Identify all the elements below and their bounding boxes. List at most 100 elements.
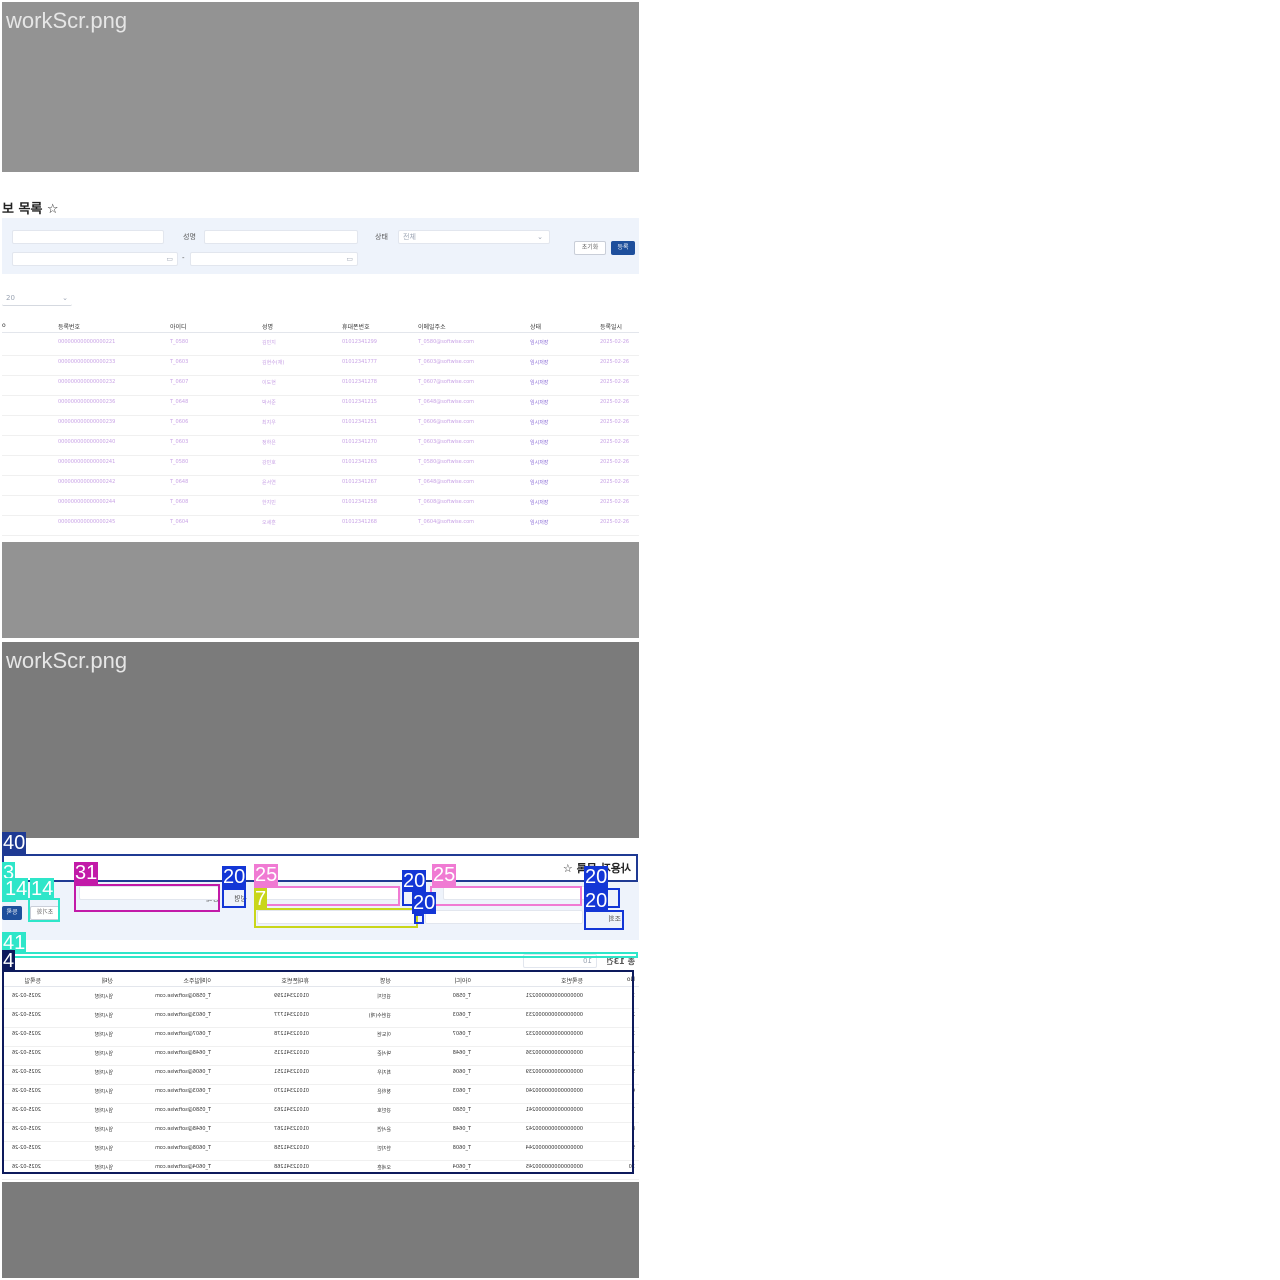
table-cell: 5 xyxy=(631,1069,635,1075)
name-input[interactable] xyxy=(204,230,358,244)
table-cell: 01012341777 xyxy=(274,1012,309,1018)
calendar-icon: ▭ xyxy=(166,255,173,263)
table-cell: 01012341278 xyxy=(342,379,377,385)
table-row[interactable]: 3 000000000000000232 T_0607 이도현 01012341278 T… xyxy=(2,1028,639,1047)
table-cell: 000000000000000221 xyxy=(525,993,583,999)
table-row[interactable]: 5 000000000000000239 T_0606 최지우 01012341251 T… xyxy=(2,1066,639,1085)
table-cell: 4 xyxy=(631,1050,635,1056)
register-button[interactable]: 등록 xyxy=(611,241,635,255)
table-cell: 2025-02-26 xyxy=(600,379,630,385)
reset-button[interactable]: 초기화 xyxy=(30,906,60,920)
table-row[interactable]: 000000000000000232 T_0607 이도현 01012341278 T_… xyxy=(2,376,639,396)
table-row[interactable]: 2 000000000000000233 T_0603 김현수(재) 010123417… xyxy=(2,1009,639,1028)
table-cell: 000000000000000232 xyxy=(58,379,116,385)
status-select[interactable]: 전체 ⌄ xyxy=(398,230,550,244)
status-select[interactable] xyxy=(79,886,219,900)
table-row[interactable]: 000000000000000233 T_0603 김현수(재) 0101234177… xyxy=(2,356,639,376)
table-cell: 01012341278 xyxy=(274,1031,309,1037)
reg-number-input[interactable] xyxy=(12,230,164,244)
table-cell: 01012341215 xyxy=(342,399,377,405)
table-cell: 임시저장 xyxy=(94,1146,113,1152)
header-divider xyxy=(2,986,639,987)
table-row[interactable]: 000000000000000239 T_0606 최지우 01012341251 T_… xyxy=(2,416,639,436)
reset-button[interactable]: 초기화 xyxy=(574,241,606,255)
page-size-select[interactable]: 10 xyxy=(523,954,597,968)
column-header[interactable]: 휴대폰번호 xyxy=(342,322,370,331)
table-cell: T_0603@softwise.com xyxy=(418,439,475,445)
table-row[interactable]: 000000000000000241 T_0580 강민호 01012341263 T_… xyxy=(2,456,639,476)
column-header[interactable]: 등록일시 xyxy=(600,322,622,331)
table-row[interactable]: 8 000000000000000242 T_0648 윤서연 01012341267 T… xyxy=(2,1123,639,1142)
table-cell: 임시저장 xyxy=(530,440,549,446)
column-header[interactable]: 이메일주소 xyxy=(183,976,211,985)
table-row[interactable]: 4 000000000000000236 T_0648 박서준 01012341215 T… xyxy=(2,1047,639,1066)
table-row[interactable]: 000000000000000221 T_0580 김민지 01012341299 T_… xyxy=(2,336,639,356)
table-row[interactable]: 000000000000000236 T_0648 박서준 01012341215 T_… xyxy=(2,396,639,416)
name-input[interactable] xyxy=(255,886,401,900)
annotation-tag: 20 xyxy=(402,870,427,892)
table-cell: T_0603 xyxy=(452,1088,471,1094)
table-cell: T_0608@softwise.com xyxy=(154,1145,211,1151)
table-cell: T_0604 xyxy=(170,519,189,525)
table-cell: 2025-02-26 xyxy=(600,359,630,365)
column-header[interactable]: 휴대폰번호 xyxy=(281,976,309,985)
column-header[interactable]: 아이디 xyxy=(170,322,187,331)
table-row[interactable]: 7 000000000000000241 T_0580 강민호 01012341263 T… xyxy=(2,1104,639,1123)
column-header[interactable]: 성명 xyxy=(262,322,273,331)
file-label: workScr.png xyxy=(6,648,128,673)
name-label: 성명 xyxy=(234,895,247,903)
table-row[interactable]: 000000000000000242 T_0648 윤서연 01012341267 T_… xyxy=(2,476,639,496)
table-cell: 000000000000000245 xyxy=(525,1164,583,1170)
table-cell: 01012341215 xyxy=(274,1050,309,1056)
column-header[interactable]: o xyxy=(2,322,6,329)
end-date-input[interactable] xyxy=(257,910,417,924)
annotation-tag: 20 xyxy=(412,892,437,914)
start-date-input[interactable] xyxy=(425,910,583,924)
table-cell: T_0606 xyxy=(452,1069,471,1075)
column-header[interactable]: 이메일주소 xyxy=(418,322,446,331)
table-row[interactable]: 000000000000000240 T_0603 정하은 01012341270 T_… xyxy=(2,436,639,456)
table-cell: 000000000000000242 xyxy=(58,479,116,485)
table-cell: 김민지 xyxy=(377,994,391,1000)
column-header[interactable]: 상태 xyxy=(530,322,541,331)
end-date-input[interactable]: ▭ xyxy=(190,252,358,266)
table-cell: 김현수(재) xyxy=(262,360,285,366)
column-header[interactable]: 등록일 xyxy=(24,976,41,985)
table-cell: 2025-02-26 xyxy=(600,399,630,405)
column-header[interactable]: No xyxy=(627,976,635,983)
annotation-tag: 25 xyxy=(432,864,457,886)
table-row[interactable]: 1 000000000000000221 T_0580 김민지 01012341299 T… xyxy=(2,990,639,1009)
start-date-input[interactable]: ▭ xyxy=(12,252,178,266)
table-cell: 임시저장 xyxy=(530,380,549,386)
table-row[interactable]: 000000000000000244 T_0608 한지민 01012341258 T_… xyxy=(2,496,639,516)
table-cell: T_0607@softwise.com xyxy=(418,379,475,385)
table-cell: T_0580 xyxy=(452,1107,471,1113)
register-button[interactable]: 등록 xyxy=(2,906,22,920)
table-cell: 강민호 xyxy=(262,460,276,466)
table-cell: T_0648 xyxy=(452,1126,471,1132)
column-header[interactable]: 상태 xyxy=(102,976,113,985)
table-row[interactable]: 10 000000000000000245 T_0604 오세훈 01012341268… xyxy=(2,1161,639,1180)
table-cell: 000000000000000236 xyxy=(525,1050,583,1056)
table-row[interactable]: 6 000000000000000240 T_0603 정하은 01012341270 T… xyxy=(2,1085,639,1104)
page-content: 사용자 목록 ☆ 조회 성명 상태 초기화 등록 총 13건 10 No등록번호… xyxy=(2,838,639,1182)
gray-band-bottom xyxy=(2,542,639,638)
page-size-select[interactable]: 20 ⌄ xyxy=(2,292,72,306)
table-cell: 임시저장 xyxy=(94,1089,113,1095)
table-row[interactable]: 9 000000000000000244 T_0608 한지민 01012341258 T… xyxy=(2,1142,639,1161)
table-cell: 6 xyxy=(631,1088,635,1094)
column-header[interactable]: 성명 xyxy=(380,976,391,985)
table-cell: 임시저장 xyxy=(94,1127,113,1133)
table-cell: T_0580@softwise.com xyxy=(154,993,211,999)
reg-number-input[interactable] xyxy=(443,886,599,900)
table-row[interactable]: 000000000000000245 T_0604 오세훈 01012341268 T_… xyxy=(2,516,639,536)
table-cell: 01012341268 xyxy=(342,519,377,525)
page-title: 보 목록 ☆ xyxy=(2,202,59,217)
column-header[interactable]: 등록번호 xyxy=(58,322,80,331)
column-header[interactable]: 아이디 xyxy=(454,976,471,985)
table-cell: T_0603 xyxy=(452,1012,471,1018)
column-header[interactable]: 등록번호 xyxy=(561,976,583,985)
table-cell: 오세훈 xyxy=(377,1165,391,1171)
table-cell: 10 xyxy=(628,1164,635,1170)
table-cell: 임시저장 xyxy=(530,340,549,346)
